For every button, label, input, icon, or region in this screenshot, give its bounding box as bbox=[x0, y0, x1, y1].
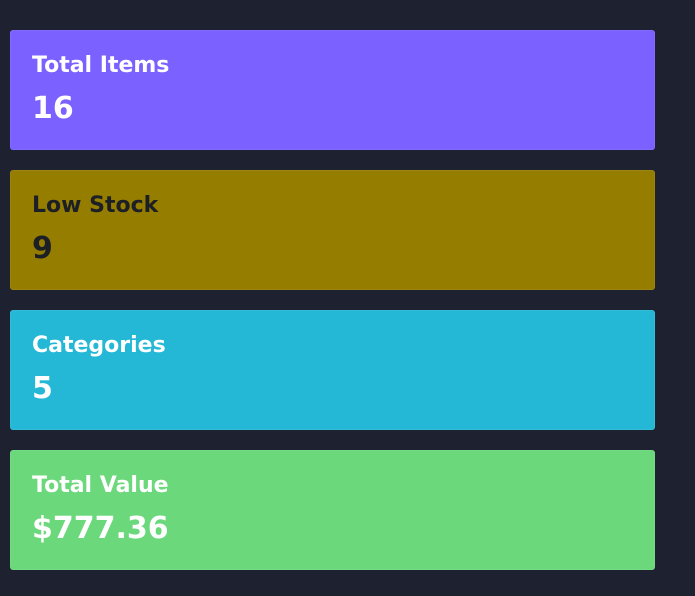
total-items-label: Total Items bbox=[32, 53, 170, 78]
categories-card: Categories 5 bbox=[10, 310, 655, 430]
total-value-card: Total Value $777.36 bbox=[10, 450, 655, 570]
low-stock-card: Low Stock 9 bbox=[10, 170, 655, 290]
categories-value: 5 bbox=[32, 371, 53, 406]
low-stock-label: Low Stock bbox=[32, 193, 159, 218]
categories-label: Categories bbox=[32, 333, 166, 358]
total-items-card: Total Items 16 bbox=[10, 30, 655, 150]
total-value-label: Total Value bbox=[32, 473, 169, 498]
stats-panel: Total Items 16 Low Stock 9 Categories 5 … bbox=[10, 30, 655, 590]
low-stock-value: 9 bbox=[32, 231, 53, 266]
total-items-value: 16 bbox=[32, 91, 74, 126]
total-value-value: $777.36 bbox=[32, 511, 169, 546]
